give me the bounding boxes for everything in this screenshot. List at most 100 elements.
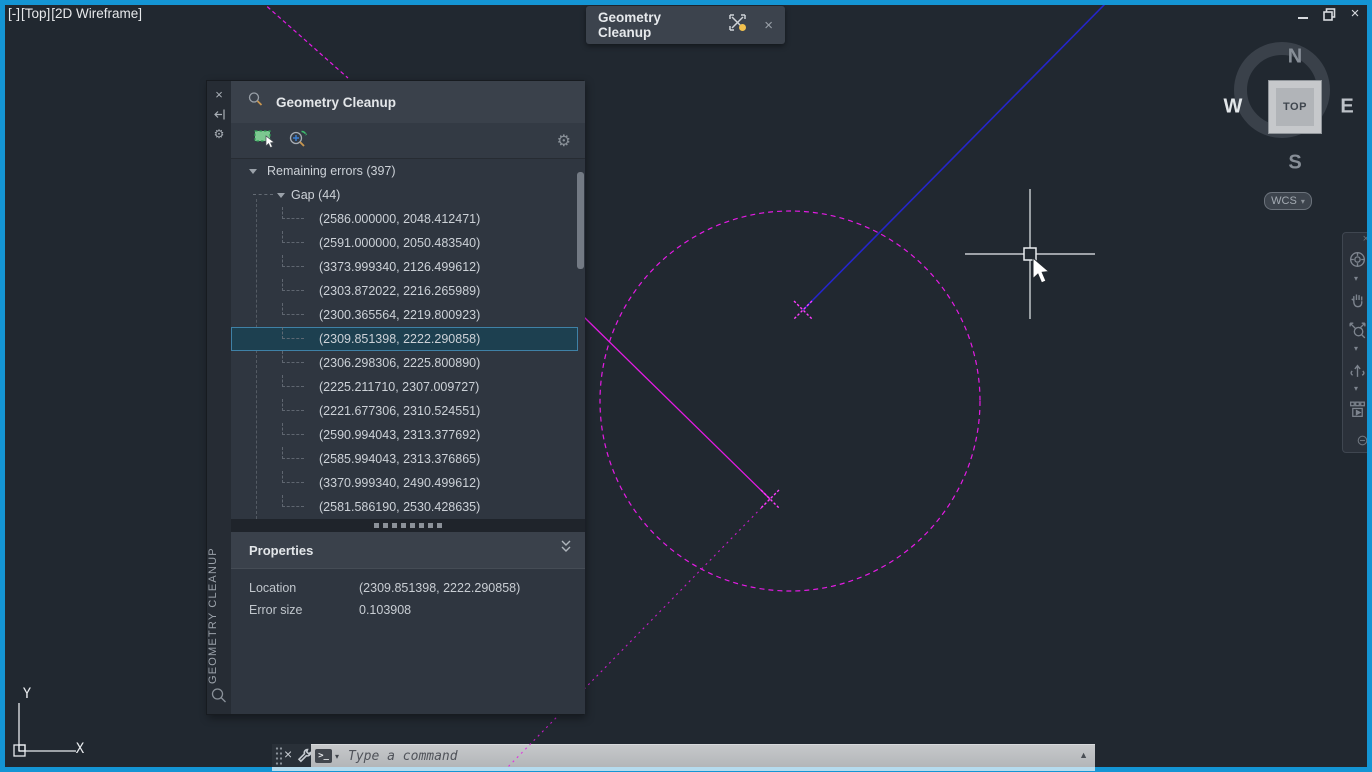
command-placeholder: Type a command	[348, 748, 458, 764]
close-window-button[interactable]: ×	[1348, 6, 1362, 21]
error-marker-upper	[793, 300, 813, 320]
palette-title-strip[interactable]: × ⚙ GEOMETRY CLEANUP	[207, 81, 231, 714]
blue-line	[802, 3, 1106, 311]
palette-autohide-icon[interactable]	[207, 105, 231, 123]
collapse-triangle-icon[interactable]	[277, 193, 285, 198]
tab-close-icon[interactable]: ×	[764, 17, 773, 34]
wcs-label: WCS	[1271, 195, 1297, 207]
view-cube-face-label: TOP	[1276, 88, 1314, 126]
tree-item[interactable]: (2306.298306, 2225.800890)	[231, 351, 578, 375]
tree-connector	[282, 399, 304, 411]
palette-toolbar: ⚙	[231, 123, 585, 159]
tree-item-label: (2586.000000, 2048.412471)	[319, 212, 481, 226]
command-history-up-icon[interactable]: ▲	[1079, 750, 1088, 760]
tree-item[interactable]: (2309.851398, 2222.290858)	[231, 327, 578, 351]
pan-icon[interactable]	[1347, 289, 1368, 310]
property-value: 0.103908	[359, 603, 412, 617]
zoom-to-error-button[interactable]	[287, 128, 311, 153]
property-label: Error size	[249, 603, 303, 617]
drag-grip-handle[interactable]	[275, 746, 282, 765]
tree-connector	[282, 447, 304, 459]
tree-item-label: (2306.298306, 2225.800890)	[319, 356, 481, 370]
compass-east[interactable]: E	[1340, 96, 1353, 119]
navbar-close-icon[interactable]: ×	[1363, 233, 1369, 245]
tree-item[interactable]: (2221.677306, 2310.524551)	[231, 399, 578, 423]
viewport-visual-style-control[interactable]: [2D Wireframe]	[51, 6, 142, 21]
tree-item-label: (2221.677306, 2310.524551)	[319, 404, 481, 418]
tree-item[interactable]: (2586.000000, 2048.412471)	[231, 207, 578, 231]
application-window: Y X [-][Top][2D Wireframe] × Geometry Cl…	[0, 0, 1372, 772]
tree-item[interactable]: (3373.999340, 2126.499612)	[231, 255, 578, 279]
palette-close-icon[interactable]: ×	[207, 85, 231, 103]
tree-item-label: (2581.586190, 2530.428635)	[319, 500, 481, 514]
navigation-wheel-icon[interactable]	[1347, 249, 1368, 270]
showmotion-icon[interactable]	[1347, 399, 1368, 420]
command-bar-close-icon[interactable]: ×	[284, 746, 292, 762]
palette-title: Geometry Cleanup	[276, 94, 397, 110]
tree-item[interactable]: (2585.994043, 2313.376865)	[231, 447, 578, 471]
navigation-bar: × ▾ ▾ ▾	[1342, 232, 1372, 453]
wheel-dropdown-caret[interactable]: ▾	[1354, 275, 1358, 283]
tree-item-label: (2585.994043, 2313.376865)	[319, 452, 481, 466]
orbit-icon[interactable]	[1347, 359, 1368, 380]
ucs-y-label: Y	[23, 686, 32, 702]
customize-wrench-icon[interactable]	[297, 748, 312, 768]
properties-header[interactable]: Properties	[231, 532, 585, 568]
tree-item[interactable]: (2581.586190, 2530.428635)	[231, 495, 578, 519]
tree-item-label: (2300.365564, 2219.800923)	[319, 308, 481, 322]
viewport-view-control[interactable]: [Top]	[21, 6, 50, 21]
magenta-solid-line	[583, 316, 771, 500]
command-input[interactable]: >_ ▾ Type a command ▲	[311, 744, 1095, 767]
tree-item[interactable]: (2225.211710, 2307.009727)	[231, 375, 578, 399]
select-errors-button[interactable]	[253, 128, 277, 153]
tree-item[interactable]: (2591.000000, 2050.483540)	[231, 231, 578, 255]
tree-item[interactable]: (2590.994043, 2313.377692)	[231, 423, 578, 447]
collapse-chevron-icon[interactable]	[559, 539, 573, 560]
view-cube: N S W E TOP	[1222, 40, 1358, 180]
tree-item-label: (2309.851398, 2222.290858)	[319, 332, 481, 346]
property-label: Location	[249, 581, 297, 595]
compass-west[interactable]: W	[1224, 96, 1243, 119]
palette-side-label: GEOMETRY CLEANUP	[207, 547, 219, 684]
settings-gear-icon[interactable]: ⚙	[557, 131, 571, 151]
wcs-dropdown[interactable]: WCS ▾	[1264, 192, 1312, 210]
palette-properties-icon[interactable]: ⚙	[207, 125, 231, 143]
move-palette-icon	[728, 13, 748, 37]
tree-group-gap[interactable]: Gap (44)	[231, 183, 585, 207]
tree-connector	[282, 423, 304, 435]
panel-resize-handle[interactable]	[231, 519, 585, 532]
navbar-customize-icon[interactable]	[1357, 433, 1368, 451]
restore-icon	[1322, 7, 1335, 21]
palette-magnifier-icon	[210, 687, 228, 710]
minimize-button[interactable]	[1296, 7, 1310, 21]
tree-item-label: (3370.999340, 2490.499612)	[319, 476, 481, 490]
tree-connector	[282, 351, 304, 363]
tree-item-label: (2303.872022, 2216.265989)	[319, 284, 481, 298]
tree-connector	[282, 495, 304, 507]
properties-body: Location (2309.851398, 2222.290858) Erro…	[231, 569, 585, 714]
compass-north[interactable]: N	[1288, 46, 1302, 69]
command-prompt-icon[interactable]: >_	[315, 749, 332, 763]
tree-scrollbar[interactable]	[577, 165, 584, 513]
compass-south[interactable]: S	[1288, 152, 1301, 175]
scrollbar-thumb[interactable]	[577, 172, 584, 269]
zoom-dropdown-caret[interactable]: ▾	[1354, 345, 1358, 353]
tree-item[interactable]: (2303.872022, 2216.265989)	[231, 279, 578, 303]
tree-item[interactable]: (3370.999340, 2490.499612)	[231, 471, 578, 495]
property-value: (2309.851398, 2222.290858)	[359, 581, 521, 595]
properties-title: Properties	[249, 542, 314, 558]
tree-connector	[282, 231, 304, 243]
magenta-dashed-circle	[599, 210, 981, 592]
zoom-extents-icon[interactable]	[1347, 319, 1368, 340]
restore-button[interactable]	[1322, 7, 1336, 21]
tree-root-remaining-errors[interactable]: Remaining errors (397)	[231, 159, 585, 183]
viewport-menu-expand[interactable]: [-]	[8, 6, 20, 21]
view-cube-top-face[interactable]: TOP	[1268, 80, 1322, 134]
magenta-dashed-line-topleft	[261, 1, 349, 79]
orbit-dropdown-caret[interactable]: ▾	[1354, 385, 1358, 393]
geometry-cleanup-tab[interactable]: Geometry Cleanup ×	[586, 6, 785, 44]
palette-main: Geometry Cleanup ⚙ Remaining errors (397…	[231, 81, 585, 714]
tree-item[interactable]: (2300.365564, 2219.800923)	[231, 303, 578, 327]
collapse-triangle-icon[interactable]	[249, 169, 257, 174]
recent-commands-caret[interactable]: ▾	[335, 752, 339, 761]
